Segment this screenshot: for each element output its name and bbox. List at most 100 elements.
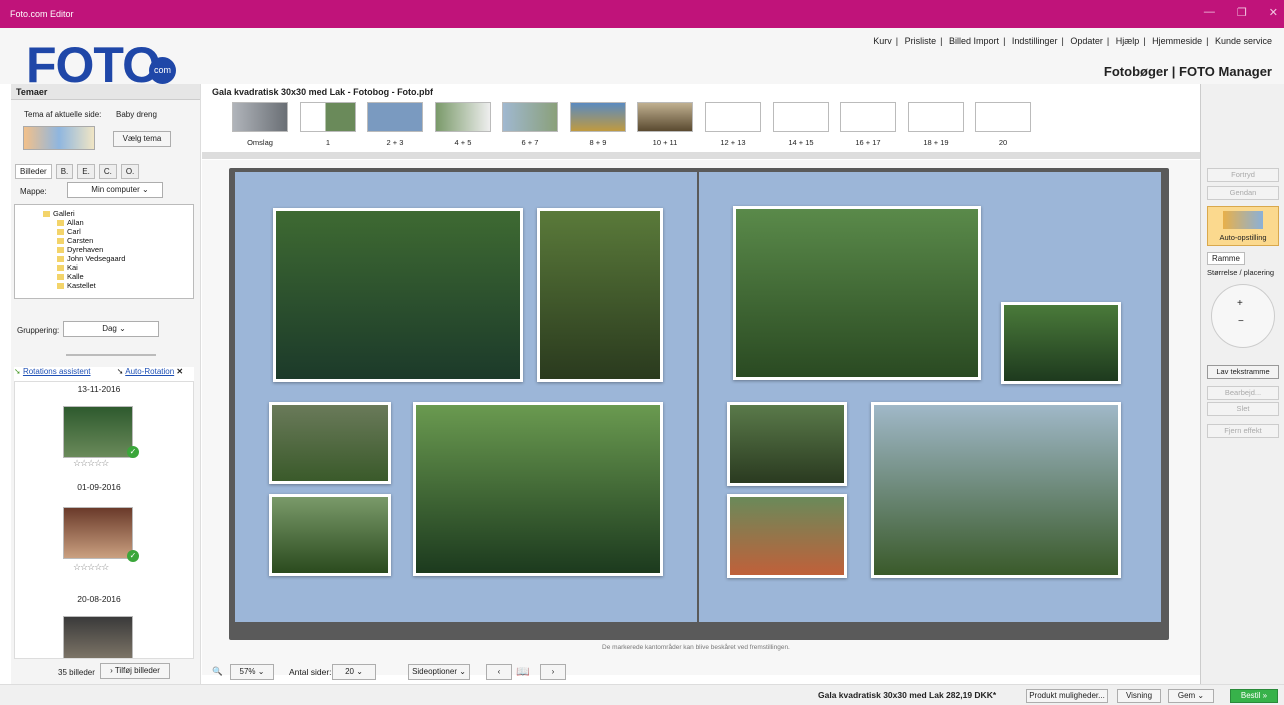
app-header: FOTO com Kurv | Prisliste | Billed Import |… xyxy=(0,28,1284,93)
remove-effect-button[interactable]: Fjern effekt xyxy=(1207,424,1279,438)
photo-swans[interactable] xyxy=(727,494,847,578)
photo-statue-fountain[interactable] xyxy=(537,208,663,382)
page-thumb[interactable] xyxy=(975,102,1031,132)
photo-garden-lantern[interactable] xyxy=(273,208,523,382)
folder-label: Mappe: xyxy=(20,187,47,196)
page-thumb[interactable] xyxy=(637,102,693,132)
page-label: 12 + 13 xyxy=(720,138,746,147)
tree-item[interactable]: Galleri xyxy=(43,209,75,218)
link-hjemmeside[interactable]: Hjemmeside xyxy=(1152,36,1202,46)
photo-bird-figures[interactable] xyxy=(1001,302,1121,384)
photo-thumb[interactable] xyxy=(63,616,133,658)
tree-item[interactable]: John Vedsegaard xyxy=(57,254,125,263)
save-select[interactable]: Gem ⌄ xyxy=(1168,689,1214,703)
link-opdater[interactable]: Opdater xyxy=(1070,36,1103,46)
right-page[interactable] xyxy=(699,172,1161,622)
photo-frog-statue[interactable] xyxy=(269,402,391,484)
rating-stars[interactable]: ☆☆☆☆☆ xyxy=(73,458,109,469)
edit-button[interactable]: Bearbejd... xyxy=(1207,386,1279,400)
photo-pig-sculptures[interactable] xyxy=(733,206,981,380)
book-spread xyxy=(229,168,1169,640)
tab-ramme[interactable]: Ramme xyxy=(1207,252,1246,265)
page-thumb[interactable] xyxy=(570,102,626,132)
close-icon[interactable]: ✕ xyxy=(1269,6,1278,19)
grouping-select[interactable]: Dag ⌄ xyxy=(63,321,159,337)
prev-page-button[interactable]: ‹ xyxy=(486,664,512,680)
photo-thumb[interactable] xyxy=(63,507,133,559)
photo-bridge[interactable] xyxy=(727,402,847,486)
page-thumb[interactable] xyxy=(773,102,829,132)
rating-stars[interactable]: ☆☆☆☆☆ xyxy=(73,562,109,573)
folder-select[interactable]: Min computer ⌄ xyxy=(67,182,163,198)
plus-icon[interactable]: + xyxy=(1237,298,1243,309)
rotation-assistant-link[interactable]: Rotations assistent xyxy=(23,367,91,376)
link-kurv[interactable]: Kurv xyxy=(873,36,892,46)
grouping-value: Dag xyxy=(102,324,117,333)
tab-billeder[interactable]: Billeder xyxy=(15,164,52,179)
maximize-icon[interactable]: ❐ xyxy=(1237,6,1247,19)
text-frame-button[interactable]: Lav tekstramme xyxy=(1207,365,1279,379)
link-prisliste[interactable]: Prisliste xyxy=(905,36,937,46)
photo-flower-clock[interactable] xyxy=(269,494,391,576)
tab-o[interactable]: O. xyxy=(120,164,140,179)
view-button[interactable]: Visning xyxy=(1117,689,1161,703)
tree-item[interactable]: Dyrehaven xyxy=(57,245,103,254)
photo-lake-statue[interactable] xyxy=(871,402,1121,578)
photo-list[interactable]: 13-11-2016 ✓ ☆☆☆☆☆ 01-09-2016 ✓ ☆☆☆☆☆ 20… xyxy=(14,381,194,659)
page-thumb[interactable] xyxy=(300,102,356,132)
tab-c[interactable]: C. xyxy=(98,164,117,179)
tree-item[interactable]: Kai xyxy=(57,263,78,272)
page-thumb[interactable] xyxy=(502,102,558,132)
link-indstillinger[interactable]: Indstillinger xyxy=(1012,36,1058,46)
thumb-size-slider[interactable] xyxy=(66,346,156,356)
folder-icon xyxy=(57,229,64,236)
photo-japanese-garden[interactable] xyxy=(413,402,663,576)
tree-item[interactable]: Kastellet xyxy=(57,281,96,290)
link-kunde-service[interactable]: Kunde service xyxy=(1215,36,1272,46)
link-billed-import[interactable]: Billed Import xyxy=(949,36,999,46)
tree-item[interactable]: Carsten xyxy=(57,236,93,245)
left-page[interactable] xyxy=(235,172,697,622)
folder-icon xyxy=(57,265,64,272)
rotation-icon: ➘ xyxy=(14,367,21,376)
pages-count-select[interactable]: 20 ⌄ xyxy=(332,664,376,680)
page-strip: Omslag 1 2 + 3 4 + 5 6 + 7 8 + 9 10 + 11… xyxy=(224,102,1144,147)
horizontal-scrollbar[interactable] xyxy=(202,152,1284,159)
zoom-select[interactable]: 57% ⌄ xyxy=(230,664,274,680)
page-thumb[interactable] xyxy=(840,102,896,132)
close-icon[interactable]: ✕ xyxy=(176,367,183,376)
tree-item[interactable]: Allan xyxy=(57,218,84,227)
pages-count-label: Antal sider: xyxy=(289,667,332,677)
order-button[interactable]: Bestil » xyxy=(1230,689,1278,703)
photo-thumb[interactable] xyxy=(63,406,133,458)
tab-e[interactable]: E. xyxy=(77,164,95,179)
link-hjaelp[interactable]: Hjælp xyxy=(1116,36,1140,46)
tree-item[interactable]: Carl xyxy=(57,227,81,236)
date-header: 01-09-2016 xyxy=(77,482,121,492)
page-thumb[interactable] xyxy=(367,102,423,132)
tab-b[interactable]: B. xyxy=(55,164,74,179)
auto-layout-button[interactable]: Auto-opstilling xyxy=(1207,206,1279,246)
page-thumb[interactable] xyxy=(232,102,288,132)
tree-item[interactable]: Kalle xyxy=(57,272,84,281)
minimize-icon[interactable]: — xyxy=(1204,6,1215,19)
redo-button[interactable]: Gendan xyxy=(1207,186,1279,200)
page-thumb[interactable] xyxy=(435,102,491,132)
minus-icon[interactable]: − xyxy=(1238,316,1244,327)
page-label: 6 + 7 xyxy=(521,138,539,147)
folder-tree[interactable]: Galleri Allan Carl Carsten Dyrehaven Joh… xyxy=(14,204,194,299)
add-images-button[interactable]: › Tilføj billeder xyxy=(100,663,170,679)
page-thumb[interactable] xyxy=(705,102,761,132)
next-page-button[interactable]: › xyxy=(540,664,566,680)
product-options-button[interactable]: Produkt muligheder... xyxy=(1026,689,1108,703)
page-options-select[interactable]: Sideoptioner ⌄ xyxy=(408,664,470,680)
auto-rotation-link[interactable]: Auto-Rotation xyxy=(125,367,174,376)
zoom-icon[interactable]: 🔍 xyxy=(212,666,223,677)
theme-label: Tema af aktuelle side: xyxy=(24,110,102,119)
delete-button[interactable]: Slet xyxy=(1207,402,1279,416)
undo-button[interactable]: Fortryd xyxy=(1207,168,1279,182)
choose-theme-button[interactable]: Vælg tema xyxy=(113,131,171,147)
page-thumb[interactable] xyxy=(908,102,964,132)
date-header: 20-08-2016 xyxy=(77,594,121,604)
folder-icon xyxy=(43,211,50,218)
